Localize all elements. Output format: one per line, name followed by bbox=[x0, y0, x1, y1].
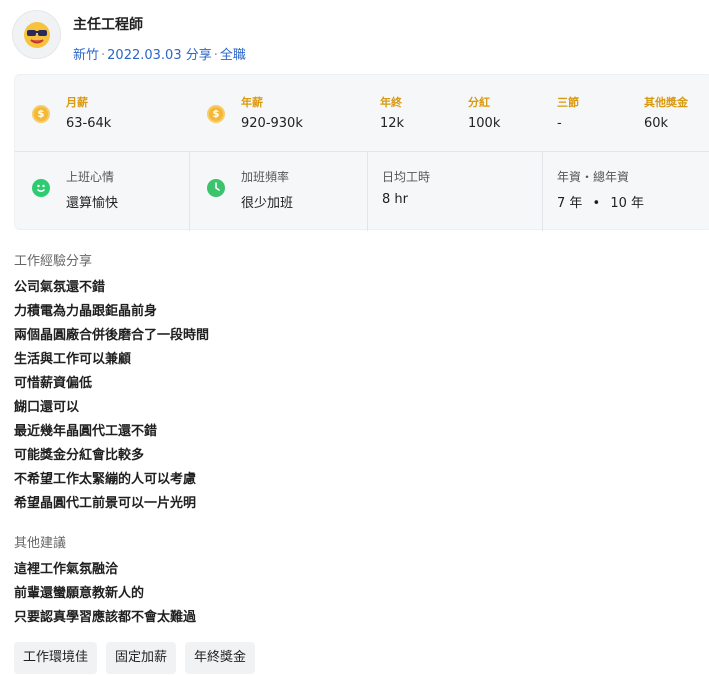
daily-hours-value: 8 hr bbox=[382, 192, 408, 207]
employment-type[interactable]: 全職 bbox=[220, 48, 246, 63]
location-link[interactable]: 新竹 bbox=[73, 48, 99, 63]
tag-list: 工作環境佳 固定加薪 年終獎金 bbox=[14, 642, 264, 674]
seniority-label: 年資・總年資 bbox=[557, 170, 630, 184]
tag-chip[interactable]: 固定加薪 bbox=[106, 642, 177, 674]
divider bbox=[542, 152, 543, 231]
clock-icon bbox=[207, 179, 225, 197]
work-row: 上班心情 還算愉快 加班頻率 很少加班 日均工時 8 hr 年資・總年資 7 年… bbox=[15, 152, 709, 231]
salary-row: $ 月薪 63-64k $ 年薪 920-930k 年終 12k 分紅 100k… bbox=[15, 75, 709, 151]
experience-line: 可惜薪資偏低 bbox=[14, 376, 93, 391]
salary-annual-value: 920-930k bbox=[241, 116, 303, 131]
seniority-value: 7 年 • 10 年 bbox=[557, 192, 644, 211]
dividend-value: 100k bbox=[468, 116, 501, 131]
seniority-years: 7 年 bbox=[557, 196, 583, 211]
advice-line: 前輩還蠻願意教新人的 bbox=[14, 586, 145, 601]
advice-section-title: 其他建議 bbox=[14, 536, 67, 551]
experience-line: 希望晶圓代工前景可以一片光明 bbox=[14, 496, 197, 511]
divider bbox=[367, 152, 368, 231]
festival-bonus-label: 三節 bbox=[557, 96, 579, 109]
mood-value: 還算愉快 bbox=[66, 196, 119, 211]
experience-line: 公司氣氛還不錯 bbox=[14, 280, 106, 295]
tag-chip[interactable]: 年終獎金 bbox=[185, 642, 256, 674]
smile-icon bbox=[32, 179, 50, 197]
experience-section-title: 工作經驗分享 bbox=[14, 254, 93, 269]
coin-icon: $ bbox=[32, 105, 50, 123]
experience-line: 生活與工作可以兼顧 bbox=[14, 352, 132, 367]
divider bbox=[189, 152, 190, 231]
advice-line: 只要認真學習應該都不會太難過 bbox=[14, 610, 197, 625]
experience-line: 兩個晶圓廠合併後磨合了一段時間 bbox=[14, 328, 210, 343]
mood-label: 上班心情 bbox=[66, 170, 115, 184]
daily-hours-label: 日均工時 bbox=[382, 170, 431, 184]
review-header: 主任工程師 新竹 · 2022.03.03 分享 · 全職 bbox=[12, 10, 246, 63]
dividend-label: 分紅 bbox=[468, 96, 490, 109]
sunglasses-face-icon bbox=[12, 10, 61, 59]
seniority-total: 10 年 bbox=[610, 196, 645, 211]
salary-monthly-label: 月薪 bbox=[66, 96, 88, 109]
post-date: 2022.03.03 bbox=[107, 48, 182, 63]
experience-line: 可能獎金分紅會比較多 bbox=[14, 448, 145, 463]
experience-line: 不希望工作太緊繃的人可以考慮 bbox=[14, 472, 197, 487]
other-bonus-label: 其他獎金 bbox=[644, 96, 688, 109]
experience-line: 力積電為力晶跟鉅晶前身 bbox=[14, 304, 158, 319]
festival-bonus-value: - bbox=[557, 116, 562, 131]
tag-chip[interactable]: 工作環境佳 bbox=[14, 642, 98, 674]
experience-line: 餬口還可以 bbox=[14, 400, 80, 415]
salary-annual-label: 年薪 bbox=[241, 96, 263, 109]
experience-line: 最近幾年晶圓代工還不錯 bbox=[14, 424, 158, 439]
job-title: 主任工程師 bbox=[73, 17, 143, 33]
salary-monthly-value: 63-64k bbox=[66, 116, 112, 131]
coin-icon: $ bbox=[207, 105, 225, 123]
shared-label: 分享 bbox=[185, 48, 212, 63]
seniority-separator: • bbox=[592, 196, 601, 211]
review-meta: 新竹 · 2022.03.03 分享 · 全職 bbox=[73, 48, 246, 63]
year-end-bonus-value: 12k bbox=[380, 116, 405, 131]
advice-line: 這裡工作氣氛融洽 bbox=[14, 562, 119, 577]
year-end-bonus-label: 年終 bbox=[380, 96, 402, 109]
overtime-value: 很少加班 bbox=[241, 196, 294, 211]
stats-panel: $ 月薪 63-64k $ 年薪 920-930k 年終 12k 分紅 100k… bbox=[14, 74, 709, 231]
other-bonus-value: 60k bbox=[644, 116, 669, 131]
overtime-label: 加班頻率 bbox=[241, 170, 290, 184]
